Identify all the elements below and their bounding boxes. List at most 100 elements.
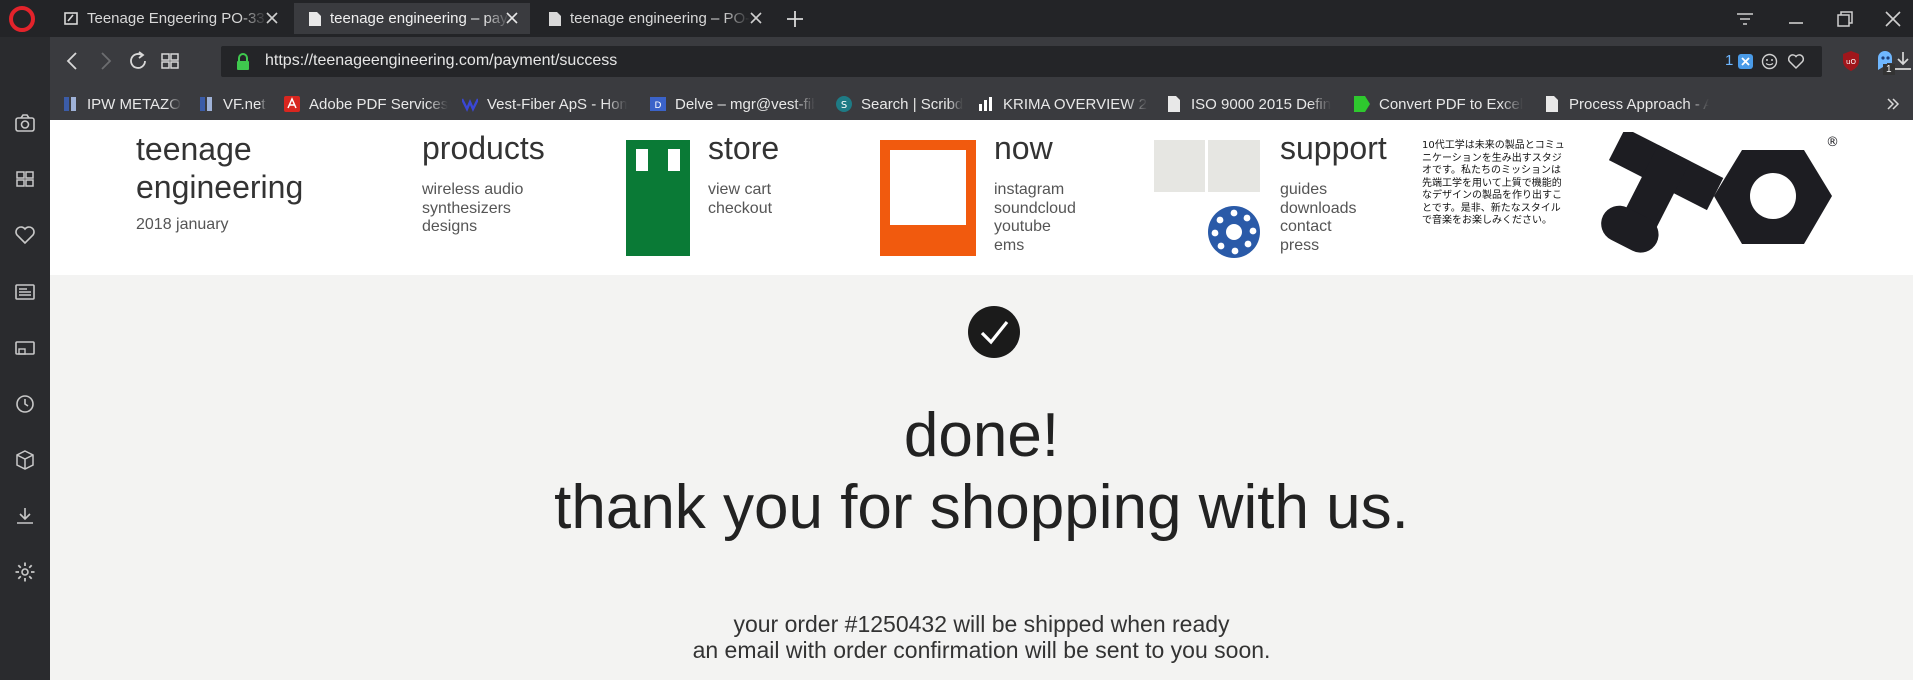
link-guides[interactable]: guides xyxy=(1280,181,1357,200)
bookmark-label: KRIMA OVERVIEW 2019 xyxy=(1003,95,1148,113)
address-bar[interactable]: https://teenageengineering.com/payment/s… xyxy=(221,46,1822,77)
brand-name[interactable]: teenage engineering xyxy=(136,130,303,206)
bookmark-convert[interactable]: Convert PDF to Excel xyxy=(1354,94,1523,114)
bookmarks-heart-icon[interactable] xyxy=(13,223,37,247)
forward-icon[interactable] xyxy=(92,48,118,74)
bookmark-vfnet[interactable]: VF.net xyxy=(198,94,266,114)
link-press[interactable]: press xyxy=(1280,237,1357,256)
downloads-icon[interactable] xyxy=(1892,49,1913,73)
done-headline: done! xyxy=(903,401,1060,470)
link-downloads[interactable]: downloads xyxy=(1280,200,1357,219)
thank-you-headline: thank you for shopping with us. xyxy=(554,473,1409,542)
downloads-icon[interactable] xyxy=(13,504,37,528)
bookmark-process[interactable]: Process Approach - A xyxy=(1544,94,1709,114)
email-confirmation-message: an email with order confirmation will be… xyxy=(692,637,1271,663)
opera-logo-icon[interactable] xyxy=(9,6,35,32)
ublock-origin-icon[interactable]: uO xyxy=(1841,50,1861,72)
nav-support[interactable]: support xyxy=(1280,130,1387,167)
restore-icon[interactable] xyxy=(1832,6,1858,32)
bookmarks-overflow-icon[interactable] xyxy=(1885,96,1901,112)
bookmark-label: ISO 9000 2015 Definitions xyxy=(1191,95,1331,113)
registered-mark: ® xyxy=(1826,135,1839,150)
svg-text:D: D xyxy=(655,101,662,111)
link-ems[interactable]: ems xyxy=(994,237,1076,256)
close-icon[interactable] xyxy=(748,10,764,26)
page-icon xyxy=(309,11,321,26)
bookmark-label: IPW METAZO xyxy=(87,95,181,113)
page-icon xyxy=(549,11,561,26)
bookmark-label: Adobe PDF Services xyxy=(309,95,449,113)
store-links: view cart checkout xyxy=(708,181,772,218)
link-view-cart[interactable]: view cart xyxy=(708,181,772,200)
link-contact[interactable]: contact xyxy=(1280,218,1357,237)
tab-title: teenage engineering – payment xyxy=(330,10,510,27)
close-icon[interactable] xyxy=(264,10,280,26)
new-tab-plus-icon[interactable] xyxy=(784,8,806,30)
url-text[interactable]: https://teenageengineering.com/payment/s… xyxy=(265,52,617,70)
link-instagram[interactable]: instagram xyxy=(994,181,1076,200)
svg-text:uO: uO xyxy=(1846,58,1856,66)
settings-gear-icon[interactable] xyxy=(13,560,37,584)
tab-menu-icon[interactable] xyxy=(1732,6,1758,32)
tabs-icon[interactable] xyxy=(13,336,37,360)
nav-products[interactable]: products xyxy=(422,130,545,167)
tab-payment[interactable]: teenage engineering – payment xyxy=(294,3,530,34)
close-window-icon[interactable] xyxy=(1880,6,1906,32)
tab-bar: Teenage Engeering PO-33 teenage engineer… xyxy=(0,0,1913,37)
bookmark-delve[interactable]: D Delve – mgr@vest-fiber xyxy=(650,94,815,114)
delve-icon: D xyxy=(650,97,666,111)
lock-icon[interactable] xyxy=(235,53,251,71)
brand-line1: teenage xyxy=(136,131,252,167)
svg-text:S: S xyxy=(841,100,847,111)
link-youtube[interactable]: youtube xyxy=(994,218,1076,237)
bookmark-vestfiber[interactable]: Vest-Fiber ApS - Home xyxy=(462,94,627,114)
reload-icon[interactable] xyxy=(125,48,151,74)
minimize-icon[interactable] xyxy=(1783,6,1809,32)
products-links: wireless audio synthesizers designs xyxy=(422,181,523,237)
adblock-shield-icon[interactable] xyxy=(1737,53,1754,70)
adblock-count: 1 xyxy=(1725,52,1734,69)
support-phone-icon xyxy=(1154,140,1260,258)
link-synthesizers[interactable]: synthesizers xyxy=(422,200,523,219)
link-wireless-audio[interactable]: wireless audio xyxy=(422,181,523,200)
link-checkout[interactable]: checkout xyxy=(708,200,772,219)
bookmark-label: Delve – mgr@vest-fiber xyxy=(675,95,815,113)
bookmark-scribd[interactable]: S Search | Scribd xyxy=(836,94,963,114)
site-header: teenage engineering 2018 january product… xyxy=(50,120,1913,275)
speed-dial-icon[interactable] xyxy=(13,167,37,191)
emoji-icon[interactable] xyxy=(1761,53,1778,70)
link-soundcloud[interactable]: soundcloud xyxy=(994,200,1076,219)
metazo-icon xyxy=(64,97,76,111)
bookmark-adobe[interactable]: Adobe PDF Services xyxy=(284,94,448,114)
page-edit-icon xyxy=(64,12,78,25)
tab-title: teenage engineering – PO-33 xyxy=(570,10,750,27)
close-icon[interactable] xyxy=(504,10,520,26)
back-icon[interactable] xyxy=(60,48,86,74)
bookmark-iso9000[interactable]: ISO 9000 2015 Definitions xyxy=(1166,94,1331,114)
tab-po33-1[interactable]: Teenage Engeering PO-33 xyxy=(50,3,290,34)
extensions-cube-icon[interactable] xyxy=(13,448,37,472)
vf-icon xyxy=(200,97,212,111)
heart-icon[interactable] xyxy=(1787,53,1805,70)
link-designs[interactable]: designs xyxy=(422,218,523,237)
sidebar xyxy=(0,37,50,680)
nav-now[interactable]: now xyxy=(994,130,1053,167)
speed-dial-icon[interactable] xyxy=(157,48,183,74)
scribd-icon: S xyxy=(836,96,852,112)
te-logo-icon[interactable]: ® xyxy=(1580,132,1842,264)
bookmark-label: Process Approach - A xyxy=(1569,95,1709,113)
news-icon[interactable] xyxy=(13,280,37,304)
camera-icon[interactable] xyxy=(13,111,37,135)
tab-po33-2[interactable]: teenage engineering – PO-33 xyxy=(534,3,774,34)
nav-store[interactable]: store xyxy=(708,130,779,167)
store-bag-icon xyxy=(626,140,690,256)
page-icon xyxy=(1546,96,1558,112)
bookmarks-bar: IPW METAZO VF.net Adobe PDF Services Ves… xyxy=(50,87,1913,121)
bookmark-metazo[interactable]: IPW METAZO xyxy=(62,94,181,114)
history-clock-icon[interactable] xyxy=(13,392,37,416)
order-shipping-message: your order #1250432 will be shipped when… xyxy=(733,611,1230,637)
adobe-icon xyxy=(284,96,300,112)
bookmark-label: Convert PDF to Excel xyxy=(1379,95,1524,113)
bookmark-label: Vest-Fiber ApS - Home xyxy=(487,95,627,113)
bookmark-krima[interactable]: KRIMA OVERVIEW 2019 xyxy=(978,94,1148,114)
